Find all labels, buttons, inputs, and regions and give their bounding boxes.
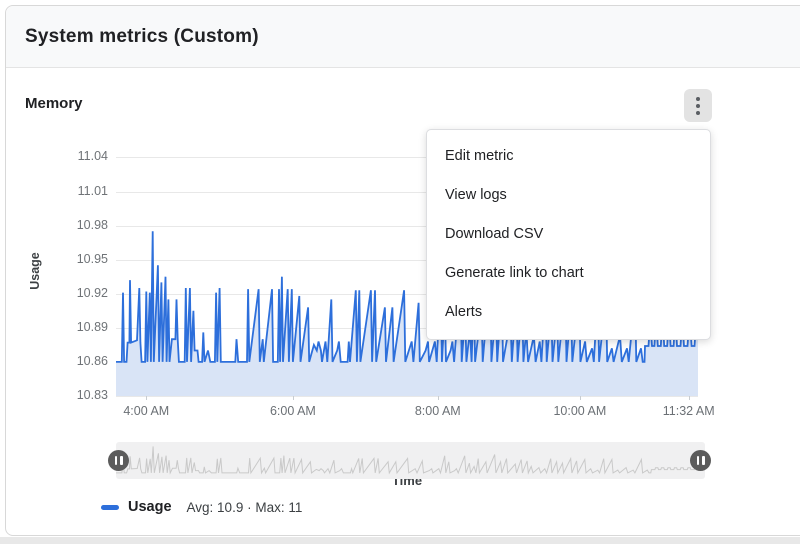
chart-options-menu: Edit metricView logsDownload CSVGenerate… [426, 129, 711, 340]
menu-item-download-csv[interactable]: Download CSV [427, 215, 710, 254]
menu-item-alerts[interactable]: Alerts [427, 293, 710, 332]
y-tick-label: 10.83 [42, 388, 108, 402]
menu-item-view-logs[interactable]: View logs [427, 176, 710, 215]
menu-item-edit-metric[interactable]: Edit metric [427, 137, 710, 176]
kebab-menu-button[interactable] [684, 89, 712, 122]
kebab-dot-icon [696, 104, 700, 108]
y-tick-label: 10.92 [42, 286, 108, 300]
x-tick-label: 8:00 AM [415, 404, 461, 418]
x-tick-mark [293, 396, 294, 400]
x-tick-label: 11:32 AM [663, 404, 715, 418]
gridline [116, 396, 698, 397]
chart-title: Memory [25, 95, 83, 112]
x-tick-label: 6:00 AM [270, 404, 316, 418]
time-range-slider[interactable] [116, 442, 705, 479]
x-tick-mark [689, 396, 690, 400]
brush-mini-line [116, 446, 705, 473]
y-tick-label: 10.95 [42, 252, 108, 266]
y-tick-label: 10.89 [42, 320, 108, 334]
kebab-dot-icon [696, 97, 700, 101]
x-tick-label: 4:00 AM [123, 404, 169, 418]
legend-item-usage[interactable]: Usage Avg: 10.9 · Max: 11 [101, 499, 302, 515]
legend-swatch [101, 505, 119, 510]
panel-header: System metrics (Custom) [6, 6, 800, 68]
legend-series-name: Usage [128, 499, 172, 515]
x-tick-mark [438, 396, 439, 400]
system-metrics-panel: System metrics (Custom) Memory Usage 11.… [5, 5, 800, 536]
panel-title: System metrics (Custom) [25, 26, 259, 48]
y-tick-label: 10.86 [42, 354, 108, 368]
page-background-strip [0, 537, 800, 544]
x-tick-mark [580, 396, 581, 400]
range-handle-right-icon[interactable] [690, 450, 711, 471]
kebab-dot-icon [696, 111, 700, 115]
menu-item-generate-link-to-chart[interactable]: Generate link to chart [427, 254, 710, 293]
legend-stats: Avg: 10.9 · Max: 11 [187, 500, 303, 515]
brush-mini-chart [116, 442, 705, 479]
x-tick-mark [146, 396, 147, 400]
y-tick-label: 11.04 [42, 149, 108, 163]
x-tick-label: 10:00 AM [553, 404, 606, 418]
y-tick-label: 10.98 [42, 218, 108, 232]
y-tick-label: 11.01 [42, 184, 108, 198]
range-handle-left-icon[interactable] [108, 450, 129, 471]
